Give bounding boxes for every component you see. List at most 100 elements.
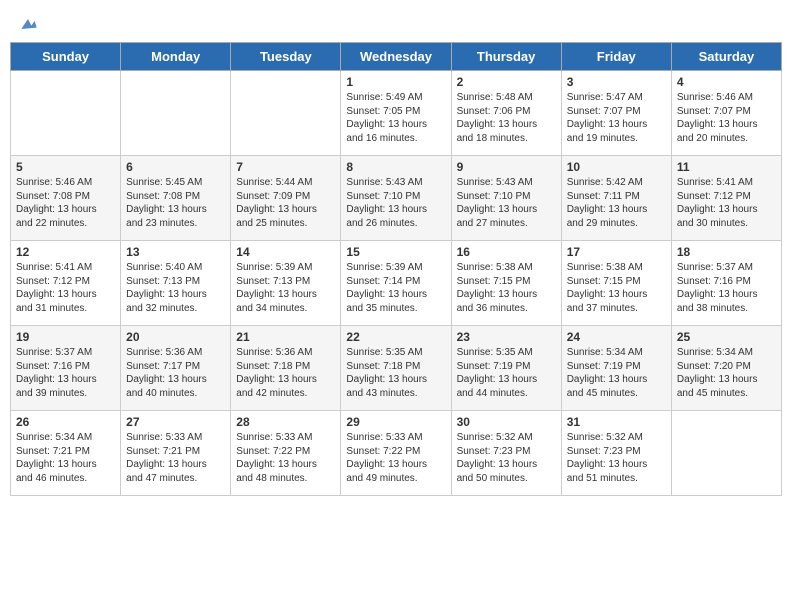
day-number: 3: [567, 75, 666, 89]
day-info: Sunrise: 5:45 AM Sunset: 7:08 PM Dayligh…: [126, 176, 225, 230]
calendar-cell: 16 Sunrise: 5:38 AM Sunset: 7:15 PM Dayli…: [451, 241, 561, 326]
day-number: 29: [346, 415, 445, 429]
day-info: Sunrise: 5:33 AM Sunset: 7:22 PM Dayligh…: [346, 431, 445, 485]
day-number: 11: [677, 160, 776, 174]
day-number: 20: [126, 330, 225, 344]
calendar-cell: 13 Sunrise: 5:40 AM Sunset: 7:13 PM Dayli…: [121, 241, 231, 326]
calendar-cell: 9Sunrise: 5:43 AM Sunset: 7:10 PM Daylig…: [451, 156, 561, 241]
calendar-cell: 2Sunrise: 5:48 AM Sunset: 7:06 PM Daylig…: [451, 71, 561, 156]
calendar-cell: 11 Sunrise: 5:41 AM Sunset: 7:12 PM Dayli…: [671, 156, 781, 241]
calendar-cell: 18 Sunrise: 5:37 AM Sunset: 7:16 PM Dayli…: [671, 241, 781, 326]
calendar-header-row: SundayMondayTuesdayWednesdayThursdayFrid…: [11, 43, 782, 71]
weekday-header: Wednesday: [341, 43, 451, 71]
calendar-cell: 6 Sunrise: 5:45 AM Sunset: 7:08 PM Daylig…: [121, 156, 231, 241]
day-number: 19: [16, 330, 115, 344]
day-info: Sunrise: 5:32 AM Sunset: 7:23 PM Dayligh…: [457, 431, 556, 485]
calendar-cell: [231, 71, 341, 156]
calendar-cell: 4 Sunrise: 5:46 AM Sunset: 7:07 PM Daylig…: [671, 71, 781, 156]
calendar-cell: 14 Sunrise: 5:39 AM Sunset: 7:13 PM Dayli…: [231, 241, 341, 326]
day-info: Sunrise: 5:39 AM Sunset: 7:13 PM Dayligh…: [236, 261, 335, 315]
calendar-cell: 31Sunrise: 5:32 AM Sunset: 7:23 PM Dayli…: [561, 411, 671, 496]
calendar-cell: [121, 71, 231, 156]
day-info: Sunrise: 5:47 AM Sunset: 7:07 PM Dayligh…: [567, 91, 666, 145]
calendar-cell: 5 Sunrise: 5:46 AM Sunset: 7:08 PM Daylig…: [11, 156, 121, 241]
day-number: 9: [457, 160, 556, 174]
day-info: Sunrise: 5:35 AM Sunset: 7:19 PM Dayligh…: [457, 346, 556, 400]
day-info: Sunrise: 5:36 AM Sunset: 7:17 PM Dayligh…: [126, 346, 225, 400]
day-number: 8: [346, 160, 445, 174]
day-info: Sunrise: 5:33 AM Sunset: 7:22 PM Dayligh…: [236, 431, 335, 485]
weekday-header: Saturday: [671, 43, 781, 71]
logo: [16, 14, 38, 30]
day-info: Sunrise: 5:38 AM Sunset: 7:15 PM Dayligh…: [457, 261, 556, 315]
calendar-cell: 26 Sunrise: 5:34 AM Sunset: 7:21 PM Dayli…: [11, 411, 121, 496]
day-number: 13: [126, 245, 225, 259]
day-number: 15: [346, 245, 445, 259]
day-number: 22: [346, 330, 445, 344]
day-info: Sunrise: 5:46 AM Sunset: 7:07 PM Dayligh…: [677, 91, 776, 145]
calendar-week-row: 26 Sunrise: 5:34 AM Sunset: 7:21 PM Dayli…: [11, 411, 782, 496]
calendar-cell: 20 Sunrise: 5:36 AM Sunset: 7:17 PM Dayli…: [121, 326, 231, 411]
calendar-cell: 19 Sunrise: 5:37 AM Sunset: 7:16 PM Dayli…: [11, 326, 121, 411]
logo-bird-icon: [18, 14, 38, 34]
day-info: Sunrise: 5:34 AM Sunset: 7:19 PM Dayligh…: [567, 346, 666, 400]
day-info: Sunrise: 5:42 AM Sunset: 7:11 PM Dayligh…: [567, 176, 666, 230]
day-number: 7: [236, 160, 335, 174]
calendar-week-row: 12 Sunrise: 5:41 AM Sunset: 7:12 PM Dayli…: [11, 241, 782, 326]
weekday-header: Thursday: [451, 43, 561, 71]
day-number: 27: [126, 415, 225, 429]
calendar-week-row: 5 Sunrise: 5:46 AM Sunset: 7:08 PM Daylig…: [11, 156, 782, 241]
day-info: Sunrise: 5:41 AM Sunset: 7:12 PM Dayligh…: [677, 176, 776, 230]
day-info: Sunrise: 5:37 AM Sunset: 7:16 PM Dayligh…: [677, 261, 776, 315]
day-number: 5: [16, 160, 115, 174]
calendar-cell: 8 Sunrise: 5:43 AM Sunset: 7:10 PM Daylig…: [341, 156, 451, 241]
day-info: Sunrise: 5:36 AM Sunset: 7:18 PM Dayligh…: [236, 346, 335, 400]
day-number: 10: [567, 160, 666, 174]
day-info: Sunrise: 5:49 AM Sunset: 7:05 PM Dayligh…: [346, 91, 445, 145]
weekday-header: Monday: [121, 43, 231, 71]
day-info: Sunrise: 5:41 AM Sunset: 7:12 PM Dayligh…: [16, 261, 115, 315]
day-number: 31: [567, 415, 666, 429]
calendar-cell: 1 Sunrise: 5:49 AM Sunset: 7:05 PM Daylig…: [341, 71, 451, 156]
page-header: [10, 10, 782, 34]
day-number: 4: [677, 75, 776, 89]
day-info: Sunrise: 5:34 AM Sunset: 7:20 PM Dayligh…: [677, 346, 776, 400]
day-number: 14: [236, 245, 335, 259]
calendar-cell: 28 Sunrise: 5:33 AM Sunset: 7:22 PM Dayli…: [231, 411, 341, 496]
calendar-cell: 21Sunrise: 5:36 AM Sunset: 7:18 PM Dayli…: [231, 326, 341, 411]
calendar-cell: 25 Sunrise: 5:34 AM Sunset: 7:20 PM Dayli…: [671, 326, 781, 411]
calendar-cell: [11, 71, 121, 156]
day-number: 16: [457, 245, 556, 259]
calendar-week-row: 1 Sunrise: 5:49 AM Sunset: 7:05 PM Daylig…: [11, 71, 782, 156]
calendar-cell: [671, 411, 781, 496]
day-number: 18: [677, 245, 776, 259]
day-info: Sunrise: 5:46 AM Sunset: 7:08 PM Dayligh…: [16, 176, 115, 230]
day-info: Sunrise: 5:35 AM Sunset: 7:18 PM Dayligh…: [346, 346, 445, 400]
calendar-cell: 27 Sunrise: 5:33 AM Sunset: 7:21 PM Dayli…: [121, 411, 231, 496]
calendar-cell: 22 Sunrise: 5:35 AM Sunset: 7:18 PM Dayli…: [341, 326, 451, 411]
calendar-cell: 3 Sunrise: 5:47 AM Sunset: 7:07 PM Daylig…: [561, 71, 671, 156]
day-number: 23: [457, 330, 556, 344]
weekday-header: Sunday: [11, 43, 121, 71]
day-info: Sunrise: 5:48 AM Sunset: 7:06 PM Dayligh…: [457, 91, 556, 145]
calendar-cell: 30Sunrise: 5:32 AM Sunset: 7:23 PM Dayli…: [451, 411, 561, 496]
calendar-cell: 17Sunrise: 5:38 AM Sunset: 7:15 PM Dayli…: [561, 241, 671, 326]
calendar-cell: 10 Sunrise: 5:42 AM Sunset: 7:11 PM Dayli…: [561, 156, 671, 241]
day-number: 12: [16, 245, 115, 259]
calendar-table: SundayMondayTuesdayWednesdayThursdayFrid…: [10, 42, 782, 496]
day-info: Sunrise: 5:38 AM Sunset: 7:15 PM Dayligh…: [567, 261, 666, 315]
day-number: 28: [236, 415, 335, 429]
day-number: 24: [567, 330, 666, 344]
day-number: 25: [677, 330, 776, 344]
day-info: Sunrise: 5:43 AM Sunset: 7:10 PM Dayligh…: [346, 176, 445, 230]
day-info: Sunrise: 5:40 AM Sunset: 7:13 PM Dayligh…: [126, 261, 225, 315]
day-info: Sunrise: 5:34 AM Sunset: 7:21 PM Dayligh…: [16, 431, 115, 485]
day-number: 26: [16, 415, 115, 429]
calendar-cell: 12 Sunrise: 5:41 AM Sunset: 7:12 PM Dayli…: [11, 241, 121, 326]
day-info: Sunrise: 5:33 AM Sunset: 7:21 PM Dayligh…: [126, 431, 225, 485]
day-number: 6: [126, 160, 225, 174]
day-info: Sunrise: 5:37 AM Sunset: 7:16 PM Dayligh…: [16, 346, 115, 400]
calendar-cell: 15Sunrise: 5:39 AM Sunset: 7:14 PM Dayli…: [341, 241, 451, 326]
day-number: 1: [346, 75, 445, 89]
weekday-header: Friday: [561, 43, 671, 71]
